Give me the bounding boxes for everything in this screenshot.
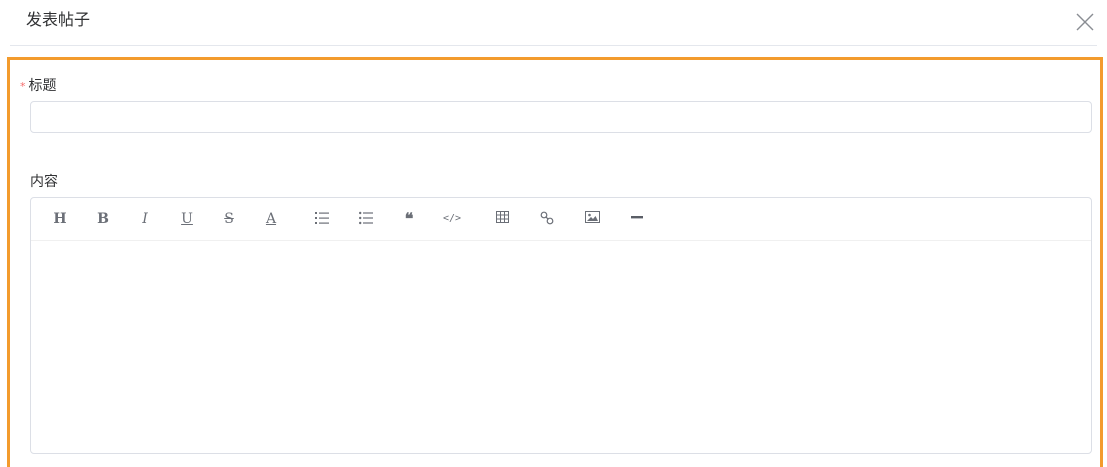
underline-button[interactable]: U — [176, 209, 198, 229]
post-form: * 标题 内容 H B I U S A ❝ </> — [7, 57, 1103, 467]
dialog-header: 发表帖子 — [0, 0, 1107, 46]
image-button[interactable] — [581, 209, 603, 229]
font-color-icon: A — [265, 211, 277, 227]
table-button[interactable] — [491, 209, 513, 229]
horizontal-rule-icon — [631, 216, 643, 219]
close-button[interactable] — [1073, 10, 1097, 34]
content-editor: H B I U S A ❝ </> — [30, 197, 1092, 454]
ordered-list-button[interactable] — [311, 209, 333, 229]
title-label: 标题 — [28, 78, 57, 94]
post-dialog: 发表帖子 * 标题 内容 H B I U S A ❝ </> — [0, 0, 1107, 467]
image-icon — [584, 211, 600, 223]
horizontal-rule-button[interactable] — [626, 209, 648, 229]
bold-icon: B — [97, 211, 109, 227]
heading-button[interactable]: H — [49, 209, 71, 229]
heading-icon: H — [53, 211, 67, 227]
content-editor-body[interactable] — [31, 241, 1091, 453]
close-icon — [1076, 13, 1094, 31]
header-divider — [10, 45, 1097, 46]
strikethrough-icon: S — [224, 211, 234, 227]
quote-icon: ❝ — [404, 209, 414, 228]
font-color-button[interactable]: A — [260, 209, 282, 229]
italic-button[interactable]: I — [134, 209, 156, 229]
editor-toolbar: H B I U S A ❝ </> — [31, 198, 1091, 241]
italic-icon: I — [142, 211, 148, 227]
unordered-list-icon — [359, 211, 373, 225]
code-icon: </> — [442, 213, 462, 224]
quote-button[interactable]: ❝ — [398, 209, 420, 229]
link-button[interactable] — [536, 209, 558, 229]
strikethrough-button[interactable]: S — [218, 209, 240, 229]
link-icon — [540, 211, 554, 225]
dialog-title: 发表帖子 — [26, 10, 91, 29]
underline-icon: U — [181, 211, 193, 227]
title-input[interactable] — [30, 101, 1092, 133]
ordered-list-icon — [315, 212, 329, 224]
unordered-list-button[interactable] — [355, 209, 377, 229]
title-label-row: * 标题 — [20, 76, 57, 96]
content-label: 内容 — [30, 174, 58, 190]
bold-button[interactable]: B — [92, 209, 114, 229]
table-icon — [495, 211, 509, 223]
required-mark: * — [20, 80, 26, 93]
code-button[interactable]: </> — [441, 209, 463, 229]
